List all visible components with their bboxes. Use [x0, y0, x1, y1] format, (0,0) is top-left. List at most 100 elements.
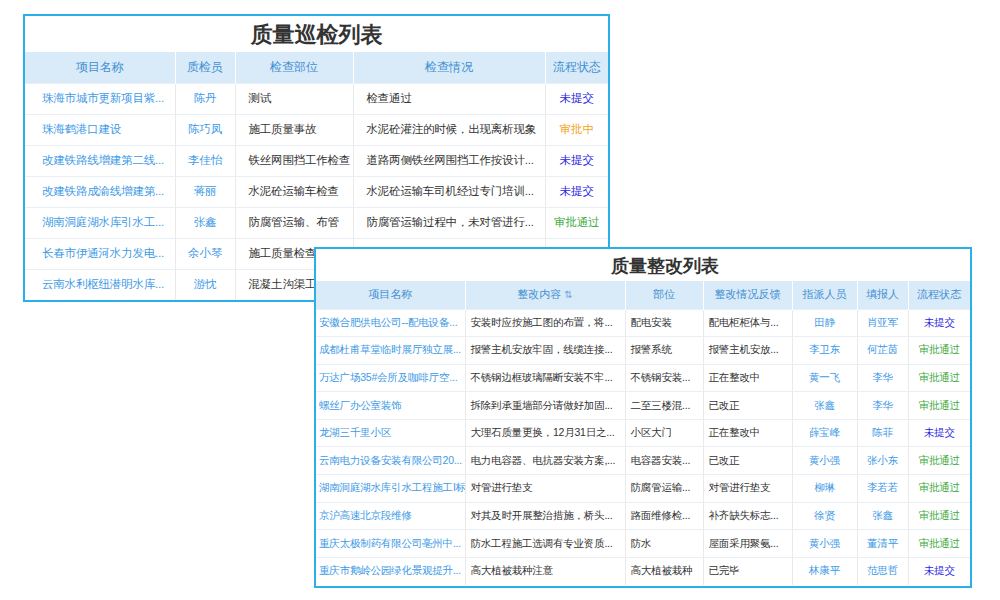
cell-inspector[interactable]: 陈巧凤 [175, 114, 235, 145]
cell-project-name[interactable]: 螺丝厂办公室装饰 [316, 392, 465, 420]
cell-rectify-content: 大理石质量更换，12月31日之... [465, 419, 625, 447]
table-row: 珠海市城市更新项目紫...陈丹测试检查通过未提交 [25, 83, 608, 114]
cell-assignee[interactable]: 张鑫 [792, 392, 857, 420]
cell-project-name[interactable]: 京沪高速北京段维修 [316, 502, 465, 530]
table-row: 改建铁路成渝线增建第...蒋丽水泥砼运输车检查水泥砼运输车司机经过专门培训...… [25, 176, 608, 207]
cell-reporter[interactable]: 张小东 [857, 447, 908, 475]
cell-inspector[interactable]: 游忱 [175, 269, 235, 300]
table-row: 云南电力设备安装有限公司20...电力电容器、电抗器安装方案,...电容器安装.… [316, 447, 970, 475]
cell-assignee[interactable]: 李卫东 [792, 337, 857, 365]
sort-icon[interactable]: ⇅ [564, 289, 572, 300]
cell-reporter[interactable]: 陈菲 [857, 419, 908, 447]
cell-assignee[interactable]: 徐贤 [792, 502, 857, 530]
cell-rectify-content: 安装时应按施工图的布置，将... [465, 309, 625, 337]
cell-project-name[interactable]: 成都杜甫草堂临时展厅独立展... [316, 337, 465, 365]
rectification-table-panel: 质量整改列表 项目名称整改内容⇅部位整改情况反馈指派人员填报人流程状态安徽合肥供… [314, 247, 972, 588]
cell-reporter[interactable]: 李若若 [857, 475, 908, 503]
cell-project-name[interactable]: 珠海市城市更新项目紫... [25, 83, 175, 114]
cell-project-name[interactable]: 长春市伊通河水力发电... [25, 238, 175, 269]
cell-project-name[interactable]: 万达广场35#会所及咖啡厅空... [316, 364, 465, 392]
header-row: 项目名称整改内容⇅部位整改情况反馈指派人员填报人流程状态 [316, 281, 970, 309]
cell-project-name[interactable]: 云南电力设备安装有限公司20... [316, 447, 465, 475]
cell-assignee[interactable]: 黄一飞 [792, 364, 857, 392]
cell-feedback: 屋面采用聚氨... [703, 530, 792, 558]
cell-project-name[interactable]: 龙湖三千里小区 [316, 419, 465, 447]
cell-assignee[interactable]: 林康平 [792, 557, 857, 585]
cell-reporter[interactable]: 李华 [857, 364, 908, 392]
cell-project-name[interactable]: 重庆市鹅岭公园绿化景观提升... [316, 557, 465, 585]
cell-project-name[interactable]: 珠海鹤港口建设 [25, 114, 175, 145]
column-header-status: 流程状态 [545, 52, 608, 83]
cell-assignee[interactable]: 薛宝峰 [792, 419, 857, 447]
cell-status: 未提交 [545, 145, 608, 176]
table-row: 湖南洞庭湖水库引水工程施工I标对管进行垫支防腐管运输...对管进行垫支柳琳李若若… [316, 475, 970, 503]
column-header-rectify-content[interactable]: 整改内容⇅ [465, 281, 625, 309]
table-row: 安徽合肥供电公司--配电设备...安装时应按施工图的布置，将...配电安装配电柜… [316, 309, 970, 337]
column-header-reporter: 填报人 [857, 281, 908, 309]
table-row: 改建铁路线增建第二线...李佳怡铁丝网围挡工作检查道路两侧铁丝网围挡工作按设计.… [25, 145, 608, 176]
cell-reporter[interactable]: 肖亚军 [857, 309, 908, 337]
cell-part: 防水 [625, 530, 703, 558]
cell-inspector[interactable]: 蒋丽 [175, 176, 235, 207]
cell-project-name[interactable]: 湖南洞庭湖水库引水工程施工I标 [316, 475, 465, 503]
cell-inspect-part: 铁丝网围挡工作检查 [235, 145, 353, 176]
cell-status: 未提交 [545, 176, 608, 207]
rectification-table: 项目名称整改内容⇅部位整改情况反馈指派人员填报人流程状态安徽合肥供电公司--配电… [316, 281, 970, 585]
column-header-assignee: 指派人员 [792, 281, 857, 309]
cell-status: 审批通过 [908, 447, 970, 475]
column-header-project-name: 项目名称 [25, 52, 175, 83]
column-header-inspector: 质检员 [175, 52, 235, 83]
rectification-table-title: 质量整改列表 [316, 249, 970, 281]
cell-status: 审批通过 [908, 337, 970, 365]
cell-inspector[interactable]: 陈丹 [175, 83, 235, 114]
cell-project-name[interactable]: 改建铁路线增建第二线... [25, 145, 175, 176]
cell-status: 审批中 [545, 114, 608, 145]
cell-status: 审批通过 [908, 364, 970, 392]
cell-feedback: 对管进行垫支 [703, 475, 792, 503]
cell-assignee[interactable]: 田静 [792, 309, 857, 337]
cell-reporter[interactable]: 张鑫 [857, 502, 908, 530]
table-row: 螺丝厂办公室装饰拆除到承重墙部分请做好加固...二至三楼混...已改正张鑫李华审… [316, 392, 970, 420]
cell-inspector[interactable]: 李佳怡 [175, 145, 235, 176]
cell-part: 报警系统 [625, 337, 703, 365]
cell-project-name[interactable]: 云南水利枢纽潜明水库... [25, 269, 175, 300]
cell-inspector[interactable]: 张鑫 [175, 207, 235, 238]
cell-part: 二至三楼混... [625, 392, 703, 420]
cell-rectify-content: 拆除到承重墙部分请做好加固... [465, 392, 625, 420]
cell-feedback: 正在整改中 [703, 364, 792, 392]
cell-assignee[interactable]: 黄小强 [792, 447, 857, 475]
cell-inspect-part: 测试 [235, 83, 353, 114]
cell-feedback: 已完毕 [703, 557, 792, 585]
cell-inspector[interactable]: 余小琴 [175, 238, 235, 269]
cell-inspect-situation: 防腐管运输过程中，未对管进行... [353, 207, 545, 238]
cell-status: 审批通过 [545, 207, 608, 238]
column-header-part: 部位 [625, 281, 703, 309]
cell-inspect-part: 水泥砼运输车检查 [235, 176, 353, 207]
cell-project-name[interactable]: 安徽合肥供电公司--配电设备... [316, 309, 465, 337]
cell-rectify-content: 高大植被栽种注意 [465, 557, 625, 585]
cell-reporter[interactable]: 何芷茵 [857, 337, 908, 365]
cell-project-name[interactable]: 湖南洞庭湖水库引水工... [25, 207, 175, 238]
cell-assignee[interactable]: 黄小强 [792, 530, 857, 558]
column-header-status: 流程状态 [908, 281, 970, 309]
cell-reporter[interactable]: 范思哲 [857, 557, 908, 585]
column-header-project-name: 项目名称 [316, 281, 465, 309]
cell-inspect-situation: 道路两侧铁丝网围挡工作按设计... [353, 145, 545, 176]
cell-project-name[interactable]: 改建铁路成渝线增建第... [25, 176, 175, 207]
inspection-table-title: 质量巡检列表 [25, 16, 608, 52]
table-row: 龙湖三千里小区大理石质量更换，12月31日之...小区大门正在整改中薛宝峰陈菲未… [316, 419, 970, 447]
cell-reporter[interactable]: 李华 [857, 392, 908, 420]
cell-part: 路面维修检... [625, 502, 703, 530]
cell-rectify-content: 电力电容器、电抗器安装方案,... [465, 447, 625, 475]
cell-status: 未提交 [908, 557, 970, 585]
cell-project-name[interactable]: 重庆太极制药有限公司亳州中... [316, 530, 465, 558]
table-row: 重庆太极制药有限公司亳州中...防水工程施工选调有专业资质...防水屋面采用聚氨… [316, 530, 970, 558]
cell-status: 未提交 [545, 83, 608, 114]
cell-reporter[interactable]: 董清平 [857, 530, 908, 558]
cell-assignee[interactable]: 柳琳 [792, 475, 857, 503]
cell-rectify-content: 防水工程施工选调有专业资质... [465, 530, 625, 558]
table-row: 珠海鹤港口建设陈巧凤施工质量事故水泥砼灌注的时候，出现离析现象审批中 [25, 114, 608, 145]
cell-inspect-situation: 水泥砼灌注的时候，出现离析现象 [353, 114, 545, 145]
table-row: 成都杜甫草堂临时展厅独立展...报警主机安放牢固，线缆连接...报警系统报警主机… [316, 337, 970, 365]
cell-feedback: 补齐缺失标志... [703, 502, 792, 530]
